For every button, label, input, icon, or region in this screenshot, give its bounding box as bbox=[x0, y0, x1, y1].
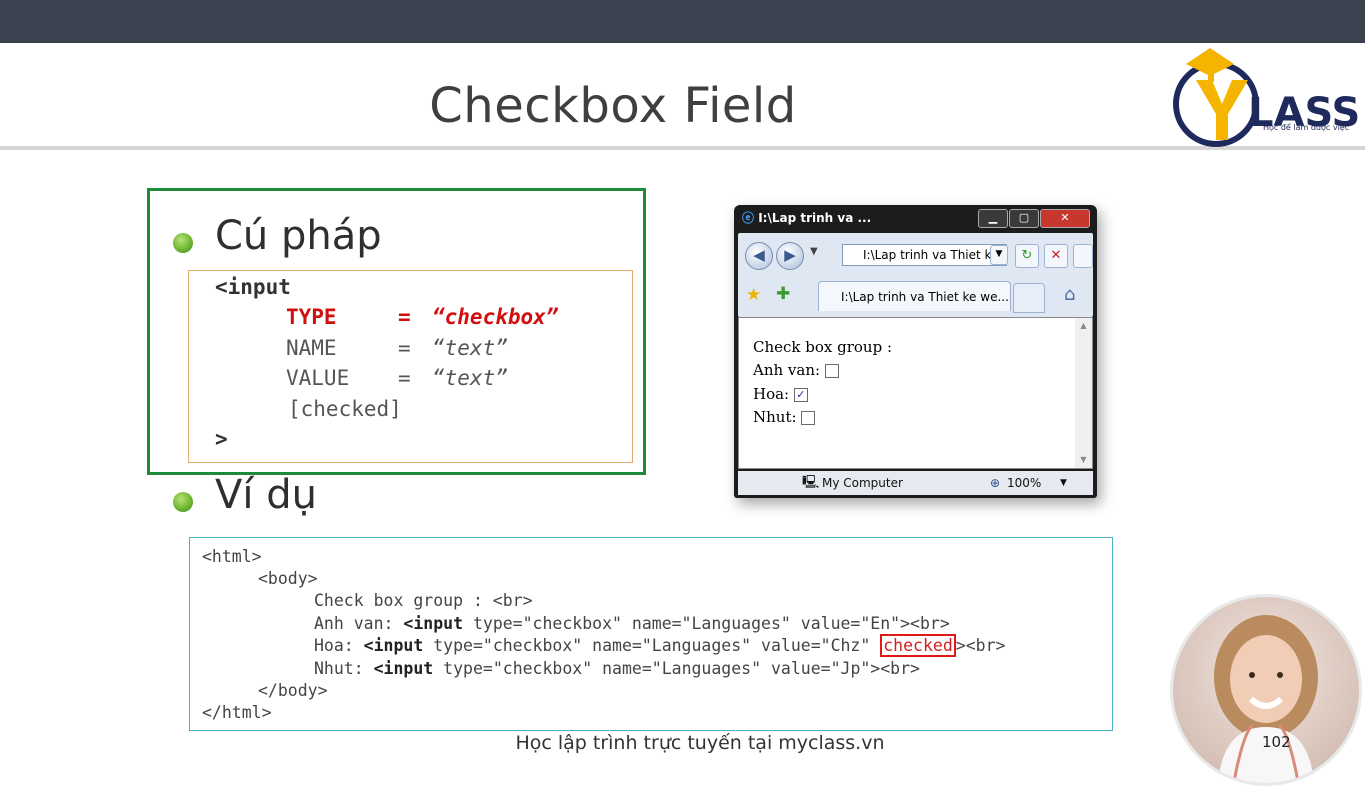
syntax-type-value: “checkbox” bbox=[432, 305, 559, 329]
close-window-button[interactable]: ✕ bbox=[1040, 209, 1090, 228]
syntax-open-tag: <input bbox=[215, 275, 291, 299]
zoom-dropdown-icon[interactable]: ▼ bbox=[1060, 471, 1067, 495]
syntax-name-eq: = bbox=[398, 336, 411, 360]
history-dropdown-icon[interactable]: ▼ bbox=[810, 246, 818, 257]
presenter-avatar bbox=[1170, 594, 1362, 786]
syntax-type-eq: = bbox=[398, 305, 411, 329]
syntax-name-value: “text” bbox=[432, 336, 508, 360]
status-zone: My Computer bbox=[822, 476, 903, 490]
code-line: <body> bbox=[258, 569, 318, 588]
browser-tab[interactable]: I:\Lap trinh va Thiet ke we... bbox=[818, 281, 1011, 311]
myclass-logo: LASS Học để làm được việc bbox=[1168, 46, 1360, 154]
bullet-icon bbox=[173, 492, 193, 512]
ie-icon: ⓔ bbox=[742, 211, 755, 225]
syntax-value-key: VALUE bbox=[286, 366, 350, 390]
checkbox-nhut[interactable] bbox=[801, 411, 816, 425]
code-line: Hoa: <input type="checkbox" name="Langua… bbox=[314, 634, 1006, 657]
add-favorite-icon[interactable]: ✚ bbox=[776, 284, 790, 304]
top-bar bbox=[0, 0, 1365, 43]
syntax-value-value: “text” bbox=[432, 366, 508, 390]
code-line: Anh van: <input type="checkbox" name="La… bbox=[314, 614, 950, 633]
checked-highlight: checked bbox=[880, 634, 956, 657]
new-tab-button[interactable] bbox=[1013, 283, 1045, 313]
search-icon[interactable] bbox=[1073, 244, 1093, 268]
checkbox-row: Hoa: ✓ bbox=[753, 385, 808, 403]
example-code-box bbox=[189, 537, 1113, 731]
browser-toolbar: ◀ ▶ ▼ I:\Lap trinh va Thiet k ▼ ↻ ✕ ★ ✚ … bbox=[738, 233, 1093, 317]
scroll-up-icon[interactable]: ▲ bbox=[1075, 321, 1092, 330]
address-bar[interactable]: I:\Lap trinh va Thiet k bbox=[842, 244, 1007, 266]
checkbox-anh-van[interactable] bbox=[824, 364, 839, 378]
home-icon[interactable]: ⌂ bbox=[1064, 284, 1075, 305]
syntax-heading: Cú pháp bbox=[215, 213, 382, 259]
back-button[interactable]: ◀ bbox=[745, 242, 773, 270]
syntax-type-key: TYPE bbox=[286, 305, 337, 329]
page-content: Check box group : Anh van: Hoa: ✓ Nhut: … bbox=[738, 317, 1093, 469]
slide-footer: Học lập trình trực tuyến tại myclass.vn bbox=[515, 732, 885, 754]
page-number: 102 bbox=[1262, 733, 1291, 751]
checkbox-row: Nhut: bbox=[753, 408, 816, 426]
browser-window: ⓔ I:\Lap trinh va ... ▁ ▢ ✕ ◀ ▶ ▼ I:\Lap… bbox=[734, 205, 1097, 498]
code-line: </body> bbox=[258, 681, 328, 700]
window-title: ⓔ I:\Lap trinh va ... bbox=[742, 211, 872, 225]
minimize-button[interactable]: ▁ bbox=[978, 209, 1008, 228]
syntax-value-eq: = bbox=[398, 366, 411, 390]
forward-button[interactable]: ▶ bbox=[776, 242, 804, 270]
checkbox-row: Anh van: bbox=[753, 361, 839, 379]
example-heading: Ví dụ bbox=[215, 472, 317, 518]
content-heading: Check box group : bbox=[753, 338, 893, 356]
svg-text:Học để làm được việc: Học để làm được việc bbox=[1263, 122, 1349, 132]
code-line: </html> bbox=[202, 703, 272, 722]
title-divider bbox=[0, 146, 1365, 150]
slide-title: Checkbox Field bbox=[429, 78, 797, 134]
stop-icon[interactable]: ✕ bbox=[1044, 244, 1068, 268]
code-line: Nhut: <input type="checkbox" name="Langu… bbox=[314, 659, 920, 678]
zoom-icon[interactable]: ⊕ bbox=[990, 471, 1000, 495]
code-line: <html> bbox=[202, 547, 262, 566]
zoom-level[interactable]: 100% bbox=[1007, 471, 1041, 495]
status-bar: 🖳 My Computer ⊕ 100% ▼ bbox=[738, 471, 1093, 495]
scroll-down-icon[interactable]: ▼ bbox=[1075, 455, 1092, 464]
syntax-close-tag: > bbox=[215, 427, 228, 451]
code-line: Check box group : <br> bbox=[314, 591, 533, 610]
favorites-star-icon[interactable]: ★ bbox=[746, 285, 761, 305]
refresh-icon[interactable]: ↻ bbox=[1015, 244, 1039, 268]
computer-icon: 🖳 bbox=[802, 475, 820, 490]
syntax-name-key: NAME bbox=[286, 336, 337, 360]
vertical-scrollbar[interactable]: ▲ ▼ bbox=[1075, 318, 1092, 468]
checkbox-hoa[interactable]: ✓ bbox=[793, 388, 808, 402]
bullet-icon bbox=[173, 233, 193, 253]
address-dropdown-icon[interactable]: ▼ bbox=[990, 245, 1008, 265]
syntax-checked-attr: [checked] bbox=[288, 397, 402, 421]
maximize-button[interactable]: ▢ bbox=[1009, 209, 1039, 228]
